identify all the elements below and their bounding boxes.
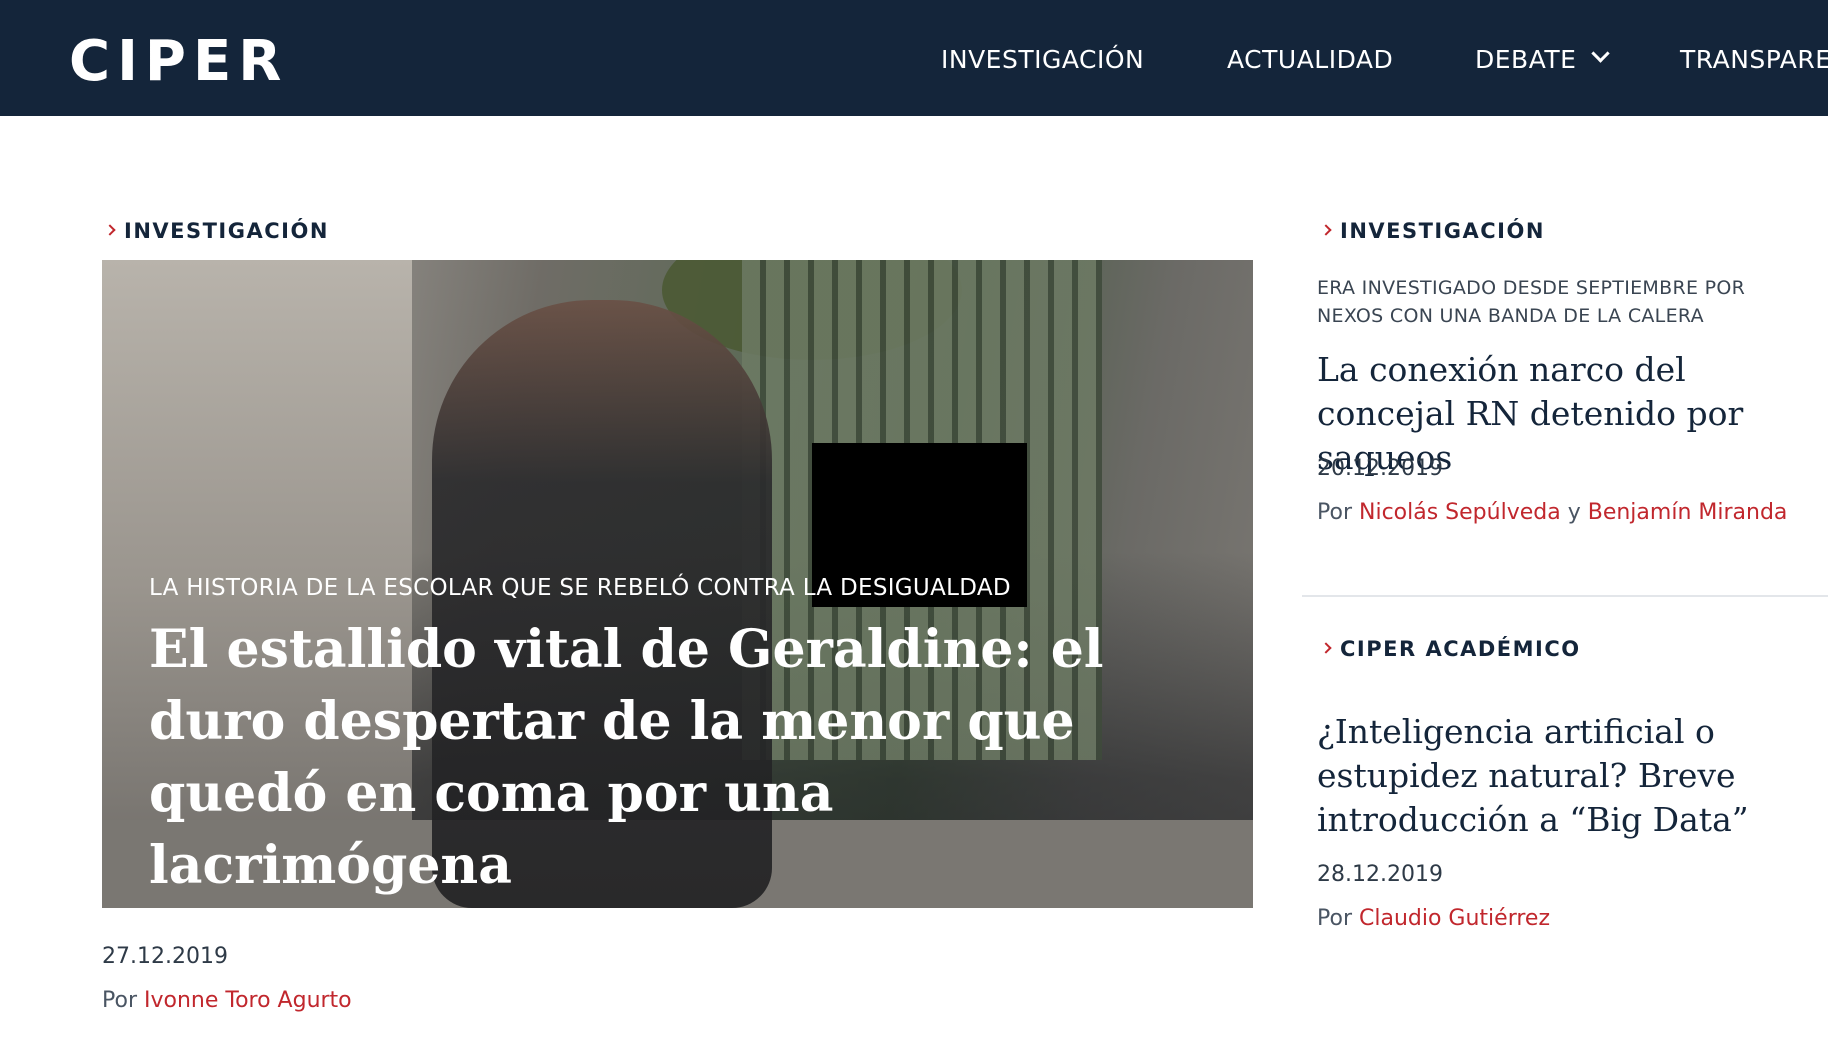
- byline-joiner: y: [1567, 500, 1581, 525]
- nav-item-transparencia[interactable]: TRANSPARE: [1680, 44, 1828, 76]
- author-link[interactable]: Nicolás Sepúlveda: [1359, 500, 1561, 525]
- section-label-side-2[interactable]: CIPER ACADÉMICO: [1320, 636, 1581, 662]
- section-label-text: CIPER ACADÉMICO: [1340, 637, 1581, 661]
- hero-article[interactable]: LA HISTORIA DE LA ESCOLAR QUE SE REBELÓ …: [102, 260, 1253, 908]
- hero-title[interactable]: El estallido vital de Geraldine: el duro…: [149, 614, 1209, 902]
- side-kicker-1: ERA INVESTIGADO DESDE SEPTIEMBRE POR NEX…: [1317, 277, 1746, 327]
- author-link[interactable]: Benjamín Miranda: [1588, 500, 1788, 525]
- author-link[interactable]: Claudio Gutiérrez: [1359, 906, 1550, 931]
- author-link[interactable]: Ivonne Toro Agurto: [144, 988, 352, 1013]
- main-byline: Por Ivonne Toro Agurto: [102, 988, 352, 1013]
- sidebar-divider: [1302, 595, 1828, 597]
- nav-item-debate-label: DEBATE: [1475, 45, 1577, 74]
- byline-prefix: Por: [1317, 500, 1352, 525]
- nav-item-actualidad[interactable]: ACTUALIDAD: [1227, 44, 1393, 76]
- site-logo[interactable]: CIPER: [69, 30, 288, 94]
- section-label-main[interactable]: INVESTIGACIÓN: [104, 218, 329, 244]
- side-byline-2: Por Claudio Gutiérrez: [1317, 906, 1550, 931]
- side-date-1: 20.12.2019: [1317, 456, 1443, 481]
- nav-item-debate[interactable]: DEBATE: [1475, 44, 1611, 76]
- main-date: 27.12.2019: [102, 944, 228, 969]
- nav-item-investigacion[interactable]: INVESTIGACIÓN: [941, 44, 1144, 76]
- section-label-side-1[interactable]: INVESTIGACIÓN: [1320, 218, 1545, 244]
- chevron-down-icon: [1591, 44, 1611, 63]
- side-date-2: 28.12.2019: [1317, 862, 1443, 887]
- chevron-right-icon: [1320, 224, 1332, 236]
- chevron-right-icon: [104, 224, 116, 236]
- byline-prefix: Por: [1317, 906, 1352, 931]
- hero-kicker: LA HISTORIA DE LA ESCOLAR QUE SE REBELÓ …: [149, 575, 1011, 601]
- side-byline-1: Por Nicolás Sepúlveda y Benjamín Miranda: [1317, 500, 1787, 525]
- byline-prefix: Por: [102, 988, 137, 1013]
- hero-copy: LA HISTORIA DE LA ESCOLAR QUE SE REBELÓ …: [149, 576, 1209, 902]
- section-label-text: INVESTIGACIÓN: [1340, 219, 1545, 243]
- site-header: CIPER INVESTIGACIÓN ACTUALIDAD DEBATE TR…: [0, 0, 1828, 116]
- section-label-text: INVESTIGACIÓN: [124, 219, 329, 243]
- side-title-2[interactable]: ¿Inteligencia artificial o estupidez nat…: [1317, 710, 1817, 842]
- chevron-right-icon: [1320, 642, 1332, 654]
